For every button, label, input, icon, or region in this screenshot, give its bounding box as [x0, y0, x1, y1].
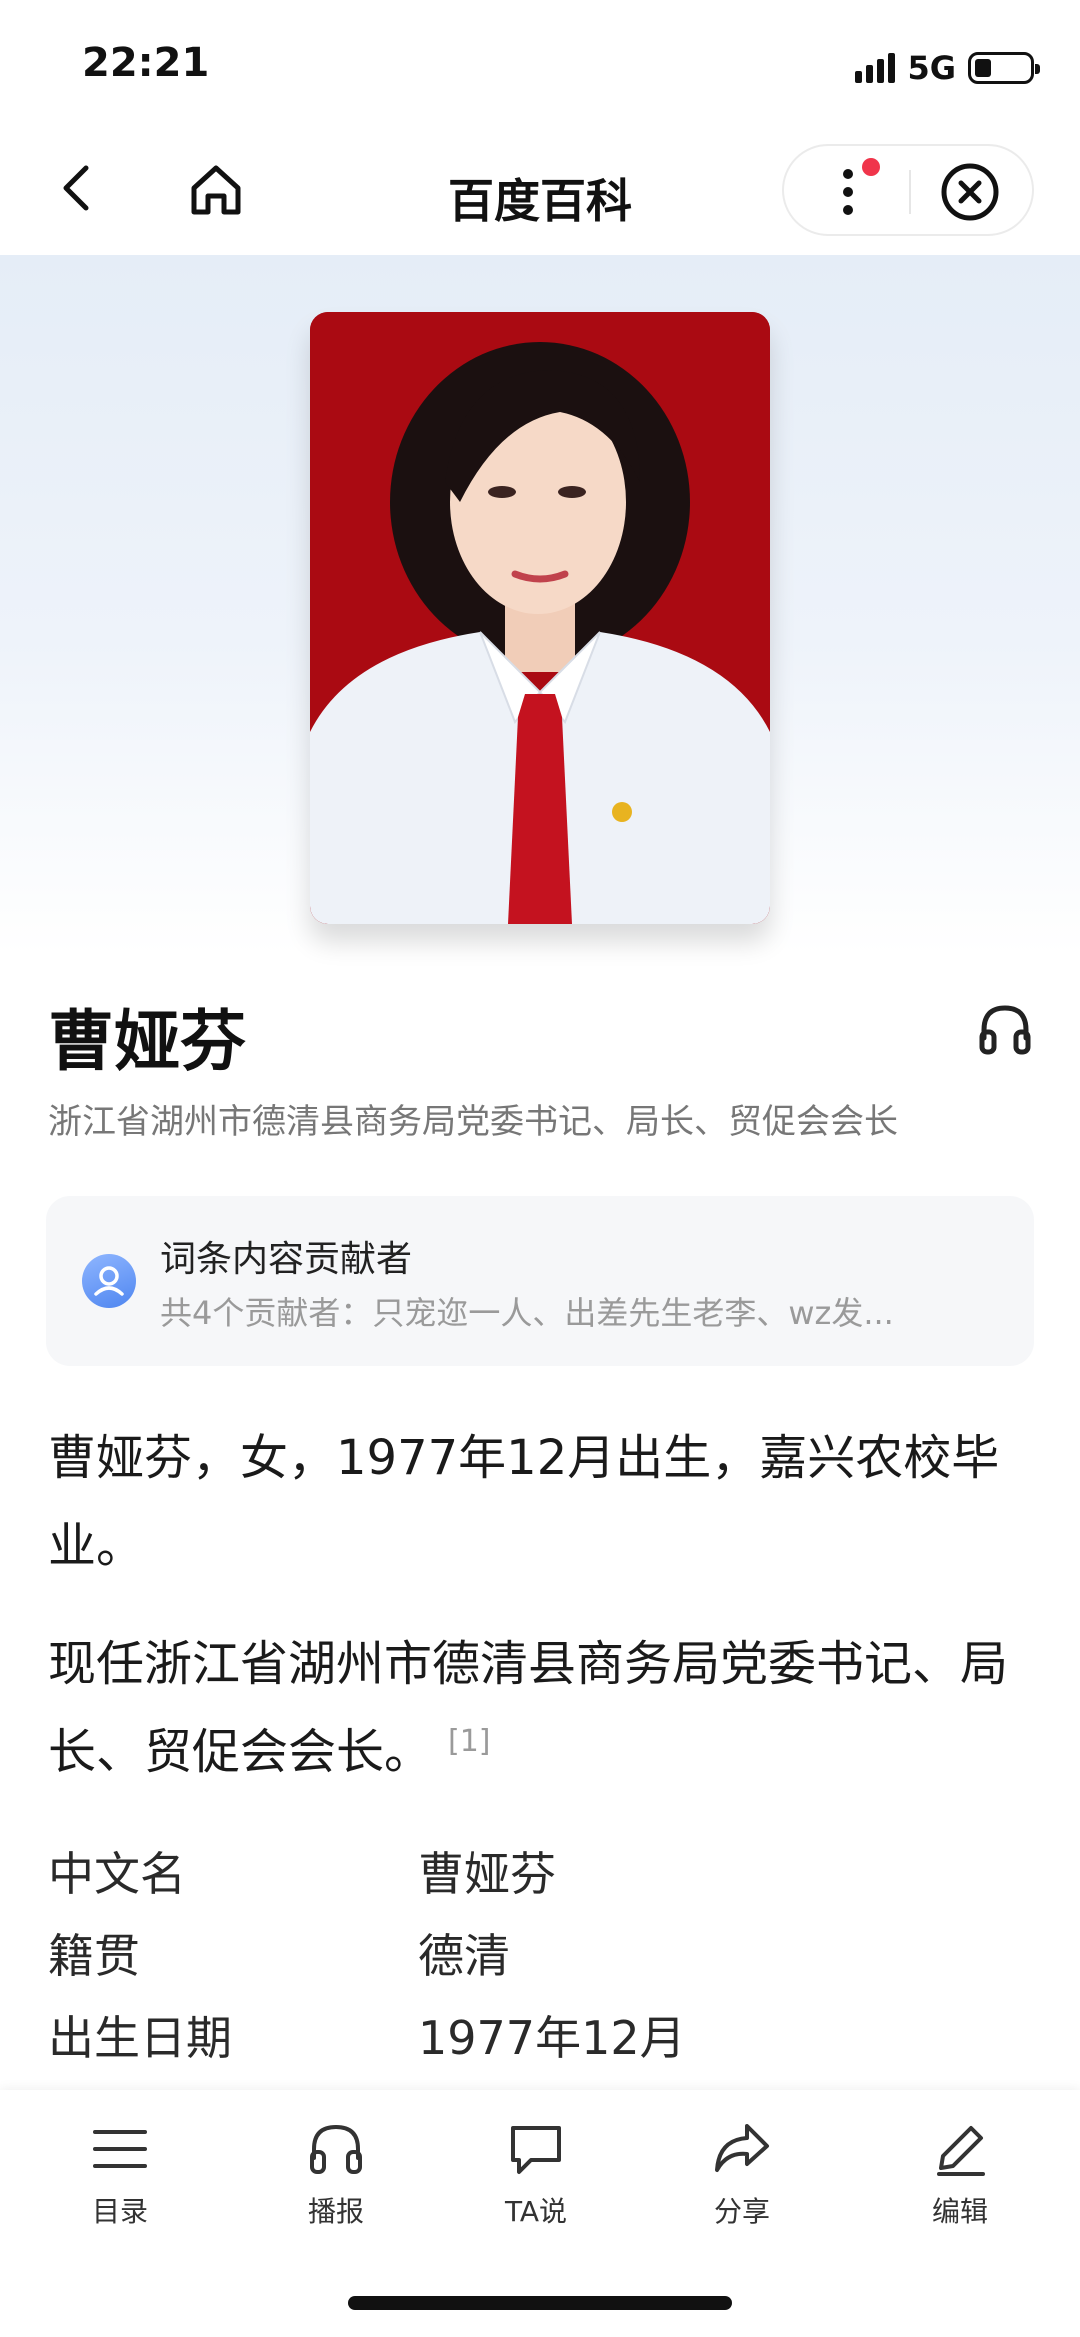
entry-title: 曹娅芬	[48, 1003, 246, 1080]
contributors-card[interactable]: 词条内容贡献者 共4个贡献者：只宠迩一人、出差先生老李、wz发...	[46, 1196, 1034, 1366]
info-row: 中文名 曹娅芬	[48, 1830, 1032, 1912]
tab-label: 播报	[307, 2195, 364, 2228]
contributors-title: 词条内容贡献者	[160, 1239, 413, 1280]
tab-label: 分享	[713, 2195, 770, 2228]
entry-subtitle: 浙江省湖州市德清县商务局党委书记、局长、贸促会会长	[48, 1102, 898, 1142]
list-icon	[93, 2130, 147, 2168]
info-key: 籍贯	[48, 1929, 140, 1983]
info-value: 曹娅芬	[418, 1847, 556, 1901]
info-row: 籍贯 德清	[48, 1912, 1032, 1994]
tab-label: 编辑	[931, 2195, 988, 2228]
summary-paragraph-1: 曹娅芬，女，1977年12月出生，嘉兴农校毕业。	[48, 1430, 1000, 1574]
info-value: 1977年12月	[418, 2011, 686, 2065]
mini-app-capsule	[782, 144, 1034, 236]
headphones-icon	[310, 2124, 362, 2174]
nav-bar: 百度百科	[0, 130, 1080, 255]
summary-paragraph-2-text: 现任浙江省湖州市德清县商务局党委书记、局长、贸促会会长。	[48, 1636, 1009, 1780]
tab-label: 目录	[91, 2195, 148, 2228]
close-circle-icon[interactable]	[940, 162, 1000, 222]
tab-share[interactable]: 分享	[672, 2118, 812, 2248]
info-key: 中文名	[48, 1847, 186, 1901]
contributors-list: 共4个贡献者：只宠迩一人、出差先生老李、wz发...	[160, 1294, 894, 1332]
share-arrow-icon	[715, 2124, 769, 2172]
tab-catalog[interactable]: 目录	[50, 2118, 190, 2248]
contributor-avatar-icon	[82, 1254, 136, 1308]
info-row: 出生日期 1977年12月	[48, 1994, 1032, 2076]
headphones-icon[interactable]	[976, 1000, 1034, 1058]
network-type: 5G	[907, 49, 956, 87]
status-indicators: 5G	[855, 48, 1040, 88]
info-value: 德清	[418, 1929, 510, 1983]
status-time: 22:21	[82, 40, 210, 86]
pen-icon	[937, 2126, 985, 2176]
capsule-divider	[909, 170, 911, 214]
hero-banner	[0, 255, 1080, 955]
tab-label: TA说	[504, 2195, 568, 2228]
tab-ta-says[interactable]: TA说	[466, 2118, 606, 2248]
info-table: 中文名 曹娅芬 籍贯 德清 出生日期 1977年12月	[48, 1830, 1032, 2076]
home-indicator[interactable]	[348, 2296, 732, 2310]
citation-link[interactable]: [1]	[448, 1724, 491, 1759]
tab-edit[interactable]: 编辑	[890, 2118, 1030, 2248]
tab-broadcast[interactable]: 播报	[266, 2118, 406, 2248]
chat-bubble-icon	[511, 2126, 561, 2174]
notification-dot	[862, 158, 880, 176]
info-key: 出生日期	[48, 2011, 232, 2065]
battery-icon	[968, 52, 1040, 84]
summary-paragraph-2: 现任浙江省湖州市德清县商务局党委书记、局长、贸促会会长。 [1]	[48, 1620, 1032, 1796]
battery-fill	[975, 59, 992, 77]
status-bar: 22:21 5G	[0, 0, 1080, 130]
portrait-photo[interactable]	[310, 312, 770, 924]
signal-icon	[855, 53, 896, 83]
